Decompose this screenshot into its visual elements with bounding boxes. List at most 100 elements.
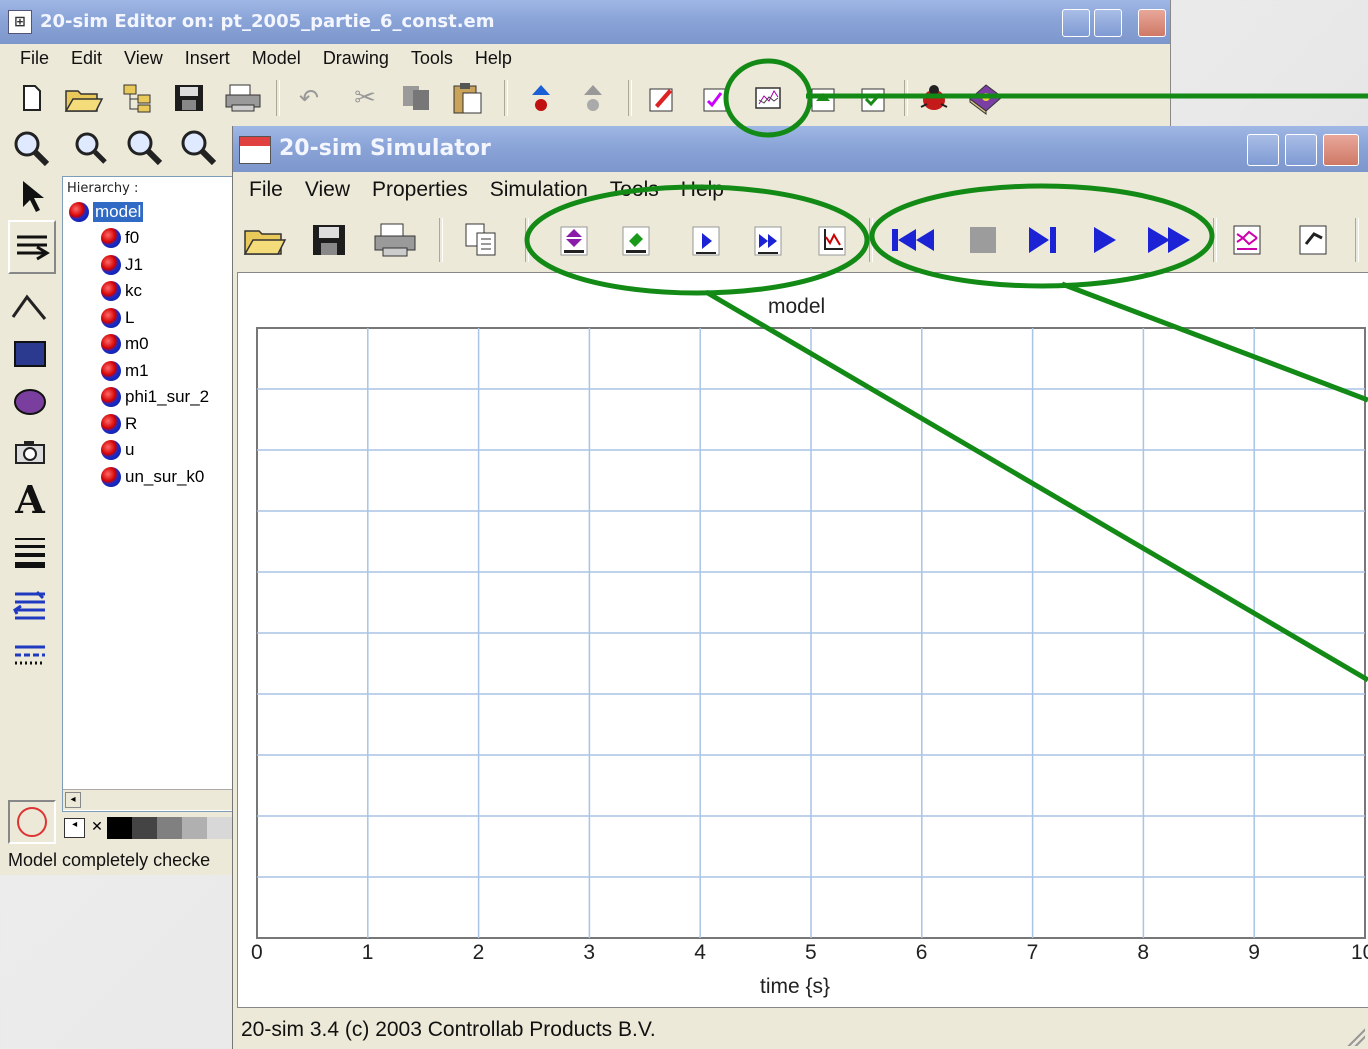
plot-props-icon[interactable] [1229, 222, 1265, 258]
tree-item[interactable]: un_sur_k0 [101, 464, 204, 490]
simulator-menubar: File View Properties Simulation Tools Help [249, 174, 746, 206]
editor-menu-insert[interactable]: Insert [185, 48, 230, 69]
submodel-node-icon [101, 254, 121, 275]
sim-step-icon[interactable] [689, 222, 723, 258]
verify-icon[interactable] [858, 82, 890, 114]
zoom-fit-icon[interactable] [122, 126, 166, 168]
tree-item[interactable]: phi1_sur_2 [101, 384, 209, 410]
editor-menu-model[interactable]: Model [252, 48, 301, 69]
sim-init-icon[interactable] [557, 222, 591, 258]
edit-icon[interactable] [646, 82, 678, 114]
model-icon[interactable] [1295, 222, 1331, 258]
editor-minimize-button[interactable] [1062, 9, 1090, 37]
simulator-menu-help[interactable]: Help [681, 178, 724, 202]
undo-icon[interactable]: ↶ [294, 84, 324, 112]
tree-item[interactable]: kc [101, 278, 142, 304]
arrow-style-icon[interactable] [10, 584, 50, 624]
line-tool-icon[interactable] [10, 288, 50, 324]
ellipse-tool-icon[interactable] [10, 384, 50, 420]
resize-grip-icon[interactable] [1343, 1024, 1365, 1046]
simulator-menu-tools[interactable]: Tools [610, 178, 659, 202]
simulator-icon[interactable] [752, 82, 784, 114]
arrow-select-icon[interactable] [12, 176, 52, 216]
new-icon[interactable] [20, 84, 44, 112]
stop-icon[interactable] [963, 222, 1003, 258]
connect-icon[interactable] [8, 220, 56, 274]
step-icon[interactable] [1023, 222, 1063, 258]
editor-titlebar[interactable]: ⊞ 20-sim Editor on: pt_2005_partie_6_con… [0, 0, 1170, 44]
simulator-menu-file[interactable]: File [249, 178, 283, 202]
editor-maximize-button[interactable] [1094, 9, 1122, 37]
submodel-node-icon [101, 228, 121, 248]
zoom-in-icon[interactable] [10, 128, 52, 168]
simulator-titlebar[interactable]: 20-sim Simulator [233, 126, 1368, 172]
cut-icon[interactable]: ✂ [350, 82, 380, 114]
bug-icon[interactable] [916, 82, 952, 114]
x-tick-label: 3 [583, 941, 596, 964]
print-icon[interactable] [224, 82, 264, 114]
open-icon[interactable] [64, 82, 104, 114]
simulator-menu-simulation[interactable]: Simulation [490, 178, 588, 202]
tree-item[interactable]: m0 [101, 331, 149, 357]
tree-item[interactable]: m1 [101, 358, 149, 384]
zoom-window-icon[interactable] [176, 126, 220, 168]
tree-item-label: f0 [125, 228, 140, 247]
compile-icon[interactable] [808, 82, 840, 114]
tree-item[interactable]: L [101, 305, 134, 331]
submodel-node-icon [101, 281, 121, 301]
hierarchy-icon[interactable] [122, 82, 156, 114]
submodel-node-icon [101, 387, 121, 407]
zoom-out-icon[interactable] [70, 128, 112, 168]
paste-icon[interactable] [450, 80, 486, 116]
submodel-node-icon [101, 440, 121, 460]
sim-print-icon[interactable] [373, 220, 419, 260]
editor-menu-edit[interactable]: Edit [71, 48, 102, 69]
editor-menu-tools[interactable]: Tools [411, 48, 453, 69]
simulator-statusbar: 20-sim 3.4 (c) 2003 Controllab Products … [233, 1010, 1368, 1049]
go-up-icon[interactable] [526, 82, 556, 114]
sim-run-icon[interactable] [619, 222, 653, 258]
simulator-close-button[interactable] [1323, 134, 1359, 166]
sim-open-icon[interactable] [243, 220, 287, 260]
tree-item[interactable]: R [101, 411, 137, 437]
tree-item-label: m0 [125, 334, 149, 353]
submodel-node-icon [101, 466, 121, 487]
go-down-icon[interactable] [578, 82, 608, 114]
sim-copy-icon[interactable] [461, 220, 501, 260]
simulator-menu-view[interactable]: View [305, 178, 350, 202]
simulator-minimize-button[interactable] [1247, 134, 1279, 166]
copy-icon[interactable] [398, 82, 434, 114]
line-width-icon[interactable] [10, 532, 50, 572]
fast-forward-icon[interactable] [1145, 222, 1195, 258]
plot-grid[interactable] [256, 327, 1368, 943]
sim-fast-icon[interactable] [751, 222, 785, 258]
editor-menu-file[interactable]: File [20, 48, 49, 69]
tree-item[interactable]: J1 [101, 252, 143, 278]
simulator-maximize-button[interactable] [1285, 134, 1317, 166]
check-icon[interactable] [700, 82, 732, 114]
rewind-icon[interactable] [889, 222, 939, 258]
sim-plot-icon[interactable] [815, 222, 849, 258]
editor-menu-view[interactable]: View [124, 48, 163, 69]
editor-close-button[interactable] [1138, 9, 1166, 37]
help-book-icon[interactable] [966, 80, 1006, 116]
tree-item[interactable]: f0 [101, 225, 139, 251]
tree-item[interactable]: u [101, 437, 134, 463]
editor-menu-drawing[interactable]: Drawing [323, 48, 389, 69]
tree-hscroll[interactable]: ◂ [63, 789, 233, 810]
simulator-app-icon [239, 136, 271, 164]
color-palette-strip[interactable]: ◂ ✕ [64, 816, 232, 840]
simulator-menu-properties[interactable]: Properties [372, 178, 468, 202]
line-style-icon[interactable] [10, 636, 50, 676]
sim-save-icon[interactable] [309, 220, 349, 260]
editor-menu-help[interactable]: Help [475, 48, 512, 69]
play-icon[interactable] [1085, 222, 1125, 258]
rectangle-tool-icon[interactable] [10, 336, 50, 372]
text-tool-icon[interactable]: A [8, 476, 52, 522]
editor-app-icon: ⊞ [8, 10, 32, 34]
editor-palette: A [0, 124, 60, 844]
tree-root-model[interactable]: model [69, 199, 144, 225]
color-circle-icon[interactable] [8, 800, 56, 844]
camera-icon[interactable] [10, 434, 50, 470]
save-icon[interactable] [172, 82, 206, 114]
